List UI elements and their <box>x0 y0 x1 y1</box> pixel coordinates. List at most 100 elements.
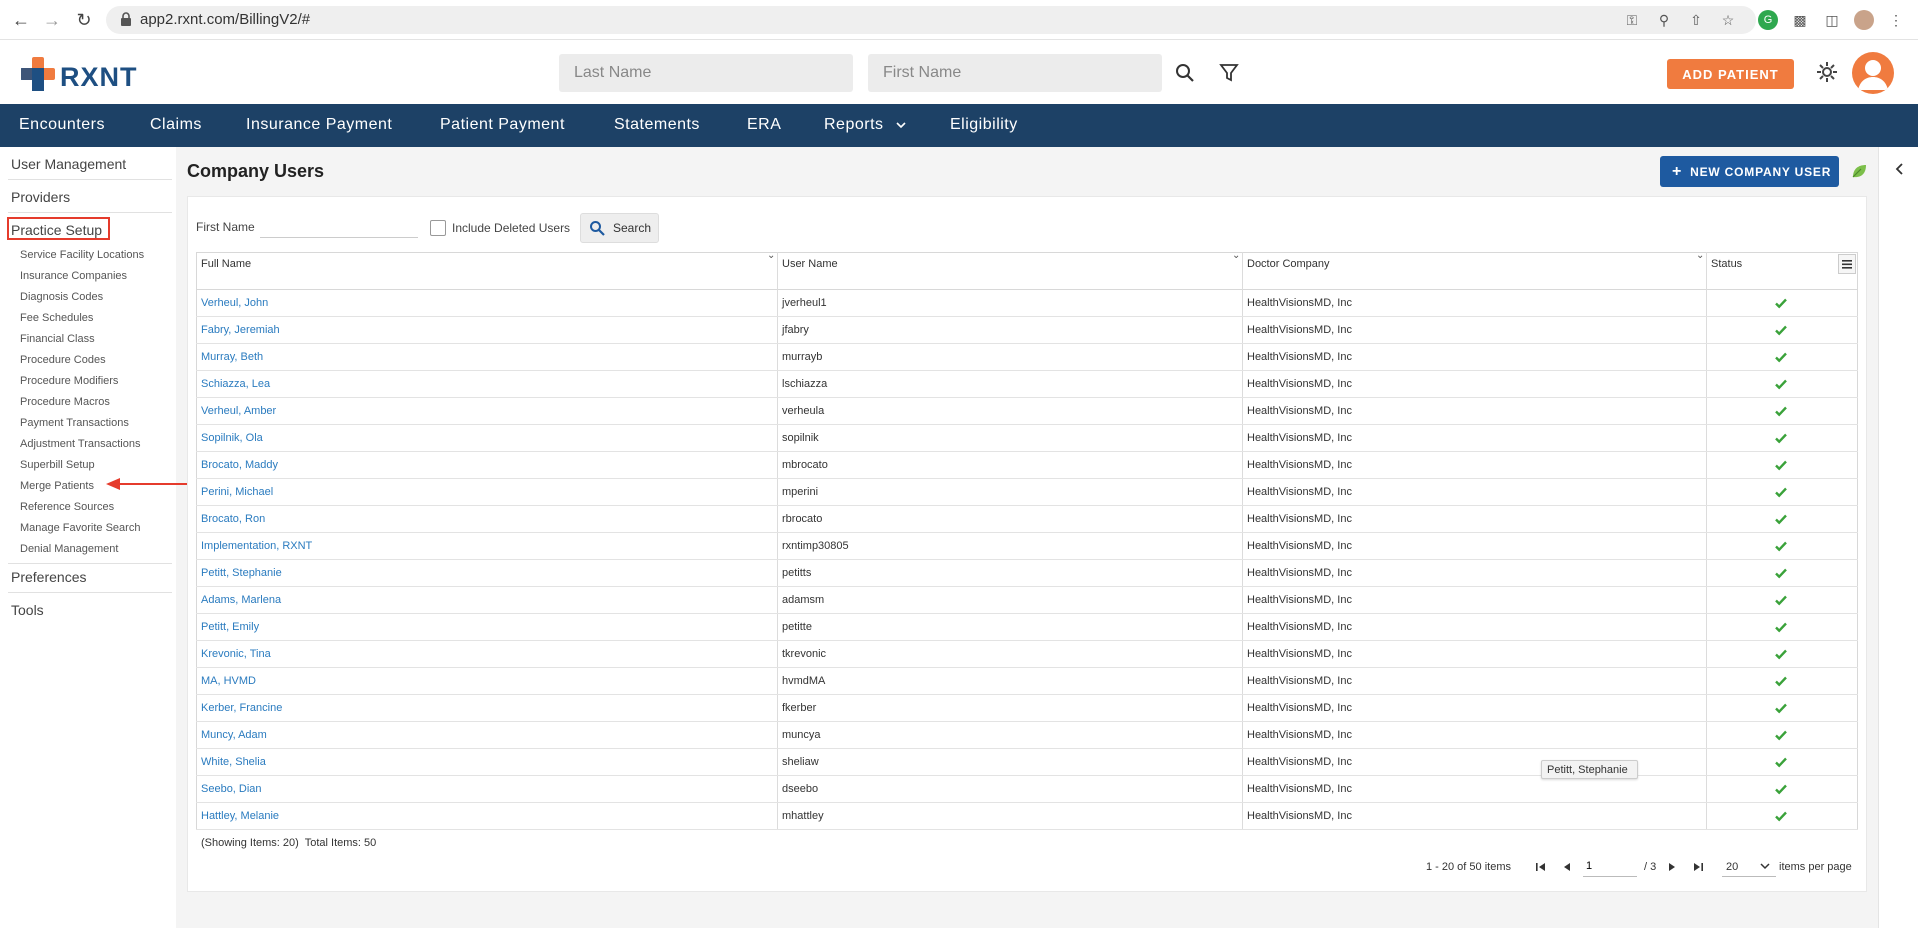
full-name-link[interactable]: White, Shelia <box>201 756 266 768</box>
table-row[interactable]: Sopilnik, Ola sopilnik HealthVisionsMD, In… <box>196 425 1858 452</box>
address-bar[interactable]: app2.rxnt.com/BillingV2/# <box>106 6 1756 34</box>
gear-icon[interactable] <box>1815 60 1839 84</box>
profile-icon[interactable] <box>1854 10 1874 30</box>
key-icon[interactable]: ⚿ <box>1622 10 1642 30</box>
sidebar-subitem-insurance-companies[interactable]: Insurance Companies <box>20 270 127 282</box>
table-row[interactable]: Perini, Michael mperini HealthVisionsMD, I… <box>196 479 1858 506</box>
full-name-link[interactable]: Verheul, John <box>201 297 268 309</box>
sidebar-item-providers[interactable]: Providers <box>11 189 70 205</box>
nav-statements[interactable]: Statements <box>614 116 700 134</box>
sidebar-subitem-adjustment-transactions[interactable]: Adjustment Transactions <box>20 438 140 450</box>
full-name-link[interactable]: Brocato, Ron <box>201 513 265 525</box>
zoom-icon[interactable]: ⚲ <box>1654 10 1674 30</box>
last-name-input[interactable] <box>559 54 853 92</box>
sidebar-subitem-reference-sources[interactable]: Reference Sources <box>20 501 114 513</box>
full-name-link[interactable]: Verheul, Amber <box>201 405 276 417</box>
sidebar-subitem-financial-class[interactable]: Financial Class <box>20 333 95 345</box>
sidebar-subitem-service-facility-locations[interactable]: Service Facility Locations <box>20 249 144 261</box>
table-row[interactable]: Verheul, John jverheul1 HealthVisionsMD, I… <box>196 290 1858 317</box>
column-menu-button[interactable] <box>1838 254 1856 274</box>
filter-icon[interactable] <box>1218 62 1240 84</box>
nav-encounters[interactable]: Encounters <box>19 116 105 134</box>
full-name-link[interactable]: Petitt, Stephanie <box>201 567 282 579</box>
sidebar-item-preferences[interactable]: Preferences <box>11 569 86 585</box>
sidebar-subitem-procedure-codes[interactable]: Procedure Codes <box>20 354 106 366</box>
nav-claims[interactable]: Claims <box>150 116 202 134</box>
full-name-link[interactable]: Krevonic, Tina <box>201 648 271 660</box>
sidebar-subitem-superbill-setup[interactable]: Superbill Setup <box>20 459 95 471</box>
full-name-link[interactable]: Perini, Michael <box>201 486 273 498</box>
nav-insurance-payment[interactable]: Insurance Payment <box>246 116 392 134</box>
first-page-icon[interactable] <box>1533 859 1549 875</box>
full-name-link[interactable]: Seebo, Dian <box>201 783 262 795</box>
full-name-link[interactable]: Schiazza, Lea <box>201 378 270 390</box>
column-header-full-name[interactable]: Full Name <box>201 258 251 270</box>
table-row[interactable]: Seebo, Dian dseebo HealthVisionsMD, Inc <box>196 776 1858 803</box>
sidebar-subitem-merge-patients[interactable]: Merge Patients <box>20 480 94 492</box>
table-row[interactable]: Schiazza, Lea lschiazza HealthVisionsMD, I… <box>196 371 1858 398</box>
full-name-link[interactable]: Implementation, RXNT <box>201 540 312 552</box>
first-name-input[interactable] <box>868 54 1162 92</box>
table-row[interactable]: Kerber, Francine fkerber HealthVisionsMD, … <box>196 695 1858 722</box>
next-page-icon[interactable] <box>1664 859 1680 875</box>
full-name-link[interactable]: MA, HVMD <box>201 675 256 687</box>
column-header-user-name[interactable]: User Name <box>782 258 838 270</box>
side-panel-icon[interactable]: ◫ <box>1822 10 1842 30</box>
table-row[interactable]: Hattley, Melanie mhattley HealthVisionsMD,… <box>196 803 1858 830</box>
sidebar-subitem-denial-management[interactable]: Denial Management <box>20 543 118 555</box>
nav-reports[interactable]: Reports <box>824 116 884 134</box>
sidebar-subitem-procedure-modifiers[interactable]: Procedure Modifiers <box>20 375 118 387</box>
chevron-down-icon[interactable]: ⌄ <box>767 250 775 261</box>
add-patient-button[interactable]: ADD PATIENT <box>1667 59 1794 89</box>
reload-icon[interactable]: ↻ <box>73 10 95 32</box>
bookmark-star-icon[interactable]: ☆ <box>1718 10 1738 30</box>
chevron-down-icon[interactable]: ⌄ <box>1696 250 1704 261</box>
leaf-icon[interactable] <box>1850 162 1868 180</box>
sidebar-item-user-management[interactable]: User Management <box>11 156 126 172</box>
items-per-page-select[interactable]: 20 <box>1722 855 1776 877</box>
sidebar-subitem-fee-schedules[interactable]: Fee Schedules <box>20 312 93 324</box>
chevron-left-icon[interactable] <box>1895 163 1905 175</box>
user-avatar[interactable] <box>1852 52 1894 94</box>
table-row[interactable]: Verheul, Amber verheula HealthVisionsMD, I… <box>196 398 1858 425</box>
sidebar-subitem-procedure-macros[interactable]: Procedure Macros <box>20 396 110 408</box>
grammarly-icon[interactable]: G <box>1758 10 1778 30</box>
full-name-link[interactable]: Kerber, Francine <box>201 702 282 714</box>
search-icon[interactable] <box>1174 62 1196 84</box>
full-name-link[interactable]: Petitt, Emily <box>201 621 259 633</box>
table-row[interactable]: Adams, Marlena adamsm HealthVisionsMD, Inc <box>196 587 1858 614</box>
first-name-filter-input[interactable] <box>260 237 418 238</box>
sidebar-item-tools[interactable]: Tools <box>11 602 44 618</box>
last-page-icon[interactable] <box>1690 859 1706 875</box>
full-name-link[interactable]: Muncy, Adam <box>201 729 267 741</box>
table-row[interactable]: Murray, Beth murrayb HealthVisionsMD, Inc <box>196 344 1858 371</box>
page-number-input[interactable] <box>1583 855 1637 877</box>
table-row[interactable]: Petitt, Emily petitte HealthVisionsMD, Inc <box>196 614 1858 641</box>
back-icon[interactable]: ← <box>10 10 32 32</box>
nav-eligibility[interactable]: Eligibility <box>950 116 1018 134</box>
table-row[interactable]: Petitt, Stephanie petitts HealthVisionsMD,… <box>196 560 1858 587</box>
chevron-down-icon[interactable] <box>896 121 906 129</box>
chevron-down-icon[interactable]: ⌄ <box>1232 250 1240 261</box>
full-name-link[interactable]: Brocato, Maddy <box>201 459 278 471</box>
full-name-link[interactable]: Adams, Marlena <box>201 594 281 606</box>
full-name-link[interactable]: Murray, Beth <box>201 351 263 363</box>
column-header-status[interactable]: Status <box>1711 258 1742 270</box>
sidebar-subitem-manage-favorite-search[interactable]: Manage Favorite Search <box>20 522 140 534</box>
sidebar-subitem-diagnosis-codes[interactable]: Diagnosis Codes <box>20 291 103 303</box>
share-icon[interactable]: ⇧ <box>1686 10 1706 30</box>
full-name-link[interactable]: Fabry, Jeremiah <box>201 324 280 336</box>
table-row[interactable]: Brocato, Ron rbrocato HealthVisionsMD, Inc <box>196 506 1858 533</box>
browser-menu-icon[interactable]: ⋮ <box>1886 10 1906 30</box>
full-name-link[interactable]: Sopilnik, Ola <box>201 432 263 444</box>
table-row[interactable]: Muncy, Adam muncya HealthVisionsMD, Inc <box>196 722 1858 749</box>
new-company-user-button[interactable]: + NEW COMPANY USER <box>1660 156 1839 187</box>
nav-era[interactable]: ERA <box>747 116 781 134</box>
nav-patient-payment[interactable]: Patient Payment <box>440 116 565 134</box>
include-deleted-checkbox[interactable] <box>430 220 446 236</box>
column-header-doctor-company[interactable]: Doctor Company <box>1247 258 1330 270</box>
table-row[interactable]: Fabry, Jeremiah jfabry HealthVisionsMD, In… <box>196 317 1858 344</box>
extensions-puzzle-icon[interactable]: ▩ <box>1790 10 1810 30</box>
previous-page-icon[interactable] <box>1559 859 1575 875</box>
table-row[interactable]: Implementation, RXNT rxntimp30805 HealthVi… <box>196 533 1858 560</box>
